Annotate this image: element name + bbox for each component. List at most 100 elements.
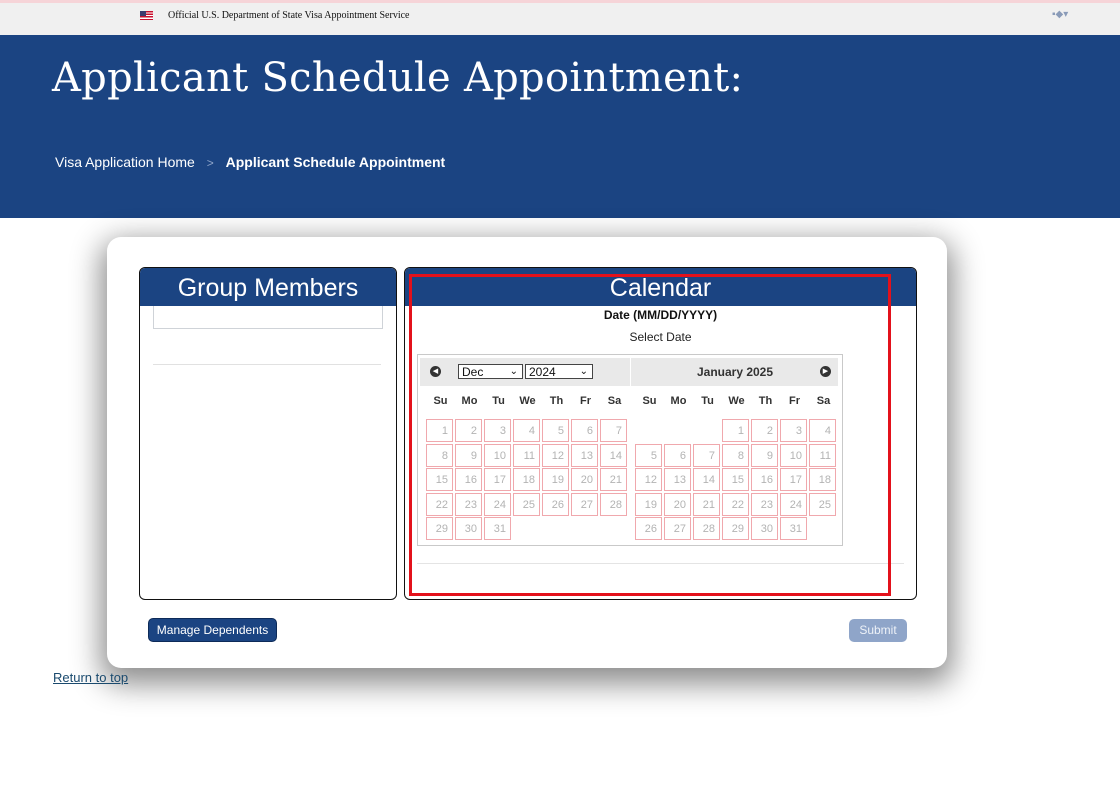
top-bar: Official U.S. Department of State Visa A… — [0, 0, 1120, 35]
next-month-title: January 2025 — [696, 365, 774, 379]
weekday-label: Fr — [789, 395, 800, 407]
breadcrumb-current: Applicant Schedule Appointment — [225, 154, 446, 170]
calendar-title: Calendar — [405, 268, 916, 306]
calendar-day: 25 — [513, 492, 540, 516]
chevron-down-icon: ⌄ — [509, 366, 518, 377]
calendar-day: 3 — [780, 419, 807, 442]
calendar-day: 27 — [664, 517, 691, 540]
calendar-panel: Calendar Date (MM/DD/YYYY) Select Date ◀… — [404, 267, 917, 600]
weekday-label: Su — [642, 395, 657, 407]
weekday-label: Fr — [580, 395, 591, 407]
weekday-row: Su Mo Tu We Th Fr Sa — [635, 395, 845, 409]
weekday-label: We — [519, 395, 536, 407]
calendar-day: 2 — [455, 419, 482, 442]
calendar-day: 18 — [513, 468, 540, 491]
chevron-down-icon: ⌄ — [579, 366, 588, 377]
calendar-day: 12 — [635, 468, 662, 491]
calendar-day: 4 — [513, 419, 540, 442]
calendar-day: 12 — [542, 443, 569, 467]
calendar-day: 29 — [426, 517, 453, 540]
calendar-day: 15 — [426, 468, 453, 491]
group-members-panel: Group Members — [139, 267, 397, 600]
calendar-day: 23 — [455, 492, 482, 516]
calendar-day: 24 — [484, 492, 511, 516]
weekday-row: Su Mo Tu We Th Fr Sa — [426, 395, 636, 409]
calendar-day: 14 — [693, 468, 720, 491]
month-select[interactable]: Dec ⌄ — [458, 364, 523, 379]
weekday-label: Th — [758, 395, 773, 407]
calendar-day: 28 — [600, 492, 627, 516]
calendar-day: 6 — [664, 443, 691, 467]
calendar-day: 9 — [751, 443, 778, 467]
calendar-day: 9 — [455, 443, 482, 467]
weekday-label: Mo — [670, 395, 687, 407]
weekday-label: Tu — [492, 395, 505, 407]
weekday-label: We — [728, 395, 745, 407]
calendar-day: 7 — [600, 419, 627, 442]
calendar-day: 21 — [600, 468, 627, 491]
calendar-day: 13 — [571, 443, 598, 467]
return-to-top-link[interactable]: Return to top — [53, 670, 128, 685]
calendar-day: 18 — [809, 468, 836, 491]
weekday-label: Tu — [701, 395, 714, 407]
date-format-label: Date (MM/DD/YYYY) — [603, 308, 718, 322]
calendar-day: 28 — [693, 517, 720, 540]
weekday-label: Th — [549, 395, 564, 407]
language-dropdown-icon[interactable]: ▪◆▾ — [1052, 9, 1068, 20]
divider — [153, 364, 381, 365]
calendar-day: 30 — [455, 517, 482, 540]
calendar-day: 30 — [751, 517, 778, 540]
calendar-day: 27 — [571, 492, 598, 516]
calendar-day: 5 — [542, 419, 569, 442]
weekday-label: Mo — [461, 395, 478, 407]
calendar-day: 15 — [722, 468, 749, 491]
calendar-day: 1 — [426, 419, 453, 442]
calendar-day: 26 — [635, 517, 662, 540]
calendar-day: 1 — [722, 419, 749, 442]
calendar-day: 17 — [780, 468, 807, 491]
calendar-day: 3 — [484, 419, 511, 442]
month-select-value: Dec — [462, 365, 484, 379]
datepicker-header: ◀ Dec ⌄ 2024 ⌄ January 2025 ▶ — [420, 358, 838, 386]
select-date-label: Select Date — [629, 330, 692, 344]
calendar-day: 7 — [693, 443, 720, 467]
calendar-day: 31 — [780, 517, 807, 540]
weekday-label: Sa — [607, 395, 622, 407]
year-select[interactable]: 2024 ⌄ — [525, 364, 593, 379]
calendar-day: 10 — [780, 443, 807, 467]
calendar-day: 24 — [780, 492, 807, 516]
calendar-day: 20 — [571, 468, 598, 491]
calendar-day: 8 — [426, 443, 453, 467]
prev-month-icon[interactable]: ◀ — [430, 366, 441, 377]
calendar-day: 4 — [809, 419, 836, 442]
calendar-day: 22 — [426, 492, 453, 516]
calendar-day: 29 — [722, 517, 749, 540]
site-title: Official U.S. Department of State Visa A… — [168, 10, 410, 21]
calendar-day: 31 — [484, 517, 511, 540]
calendar-day: 23 — [751, 492, 778, 516]
calendar-day: 21 — [693, 492, 720, 516]
calendar-day: 20 — [664, 492, 691, 516]
group-member-item[interactable] — [153, 306, 383, 329]
weekday-label: Su — [433, 395, 448, 407]
calendar-day: 16 — [751, 468, 778, 491]
submit-button[interactable]: Submit — [849, 619, 907, 642]
datepicker: ◀ Dec ⌄ 2024 ⌄ January 2025 ▶ Su Mo Tu W… — [417, 354, 843, 546]
calendar-day: 11 — [809, 443, 836, 467]
calendar-day: 25 — [809, 492, 836, 516]
calendar-day: 16 — [455, 468, 482, 491]
calendar-day: 22 — [722, 492, 749, 516]
calendar-day: 17 — [484, 468, 511, 491]
manage-dependents-button[interactable]: Manage Dependents — [148, 618, 277, 642]
calendar-day: 6 — [571, 419, 598, 442]
page-header: Applicant Schedule Appointment: Visa App… — [0, 35, 1120, 218]
calendar-day: 26 — [542, 492, 569, 516]
breadcrumb-home-link[interactable]: Visa Application Home — [55, 154, 195, 170]
breadcrumb-separator: > — [206, 156, 214, 170]
calendar-day: 2 — [751, 419, 778, 442]
calendar-day: 14 — [600, 443, 627, 467]
next-month-icon[interactable]: ▶ — [820, 366, 831, 377]
calendar-day: 19 — [542, 468, 569, 491]
page-title: Applicant Schedule Appointment: — [52, 55, 744, 101]
calendar-day: 19 — [635, 492, 662, 516]
